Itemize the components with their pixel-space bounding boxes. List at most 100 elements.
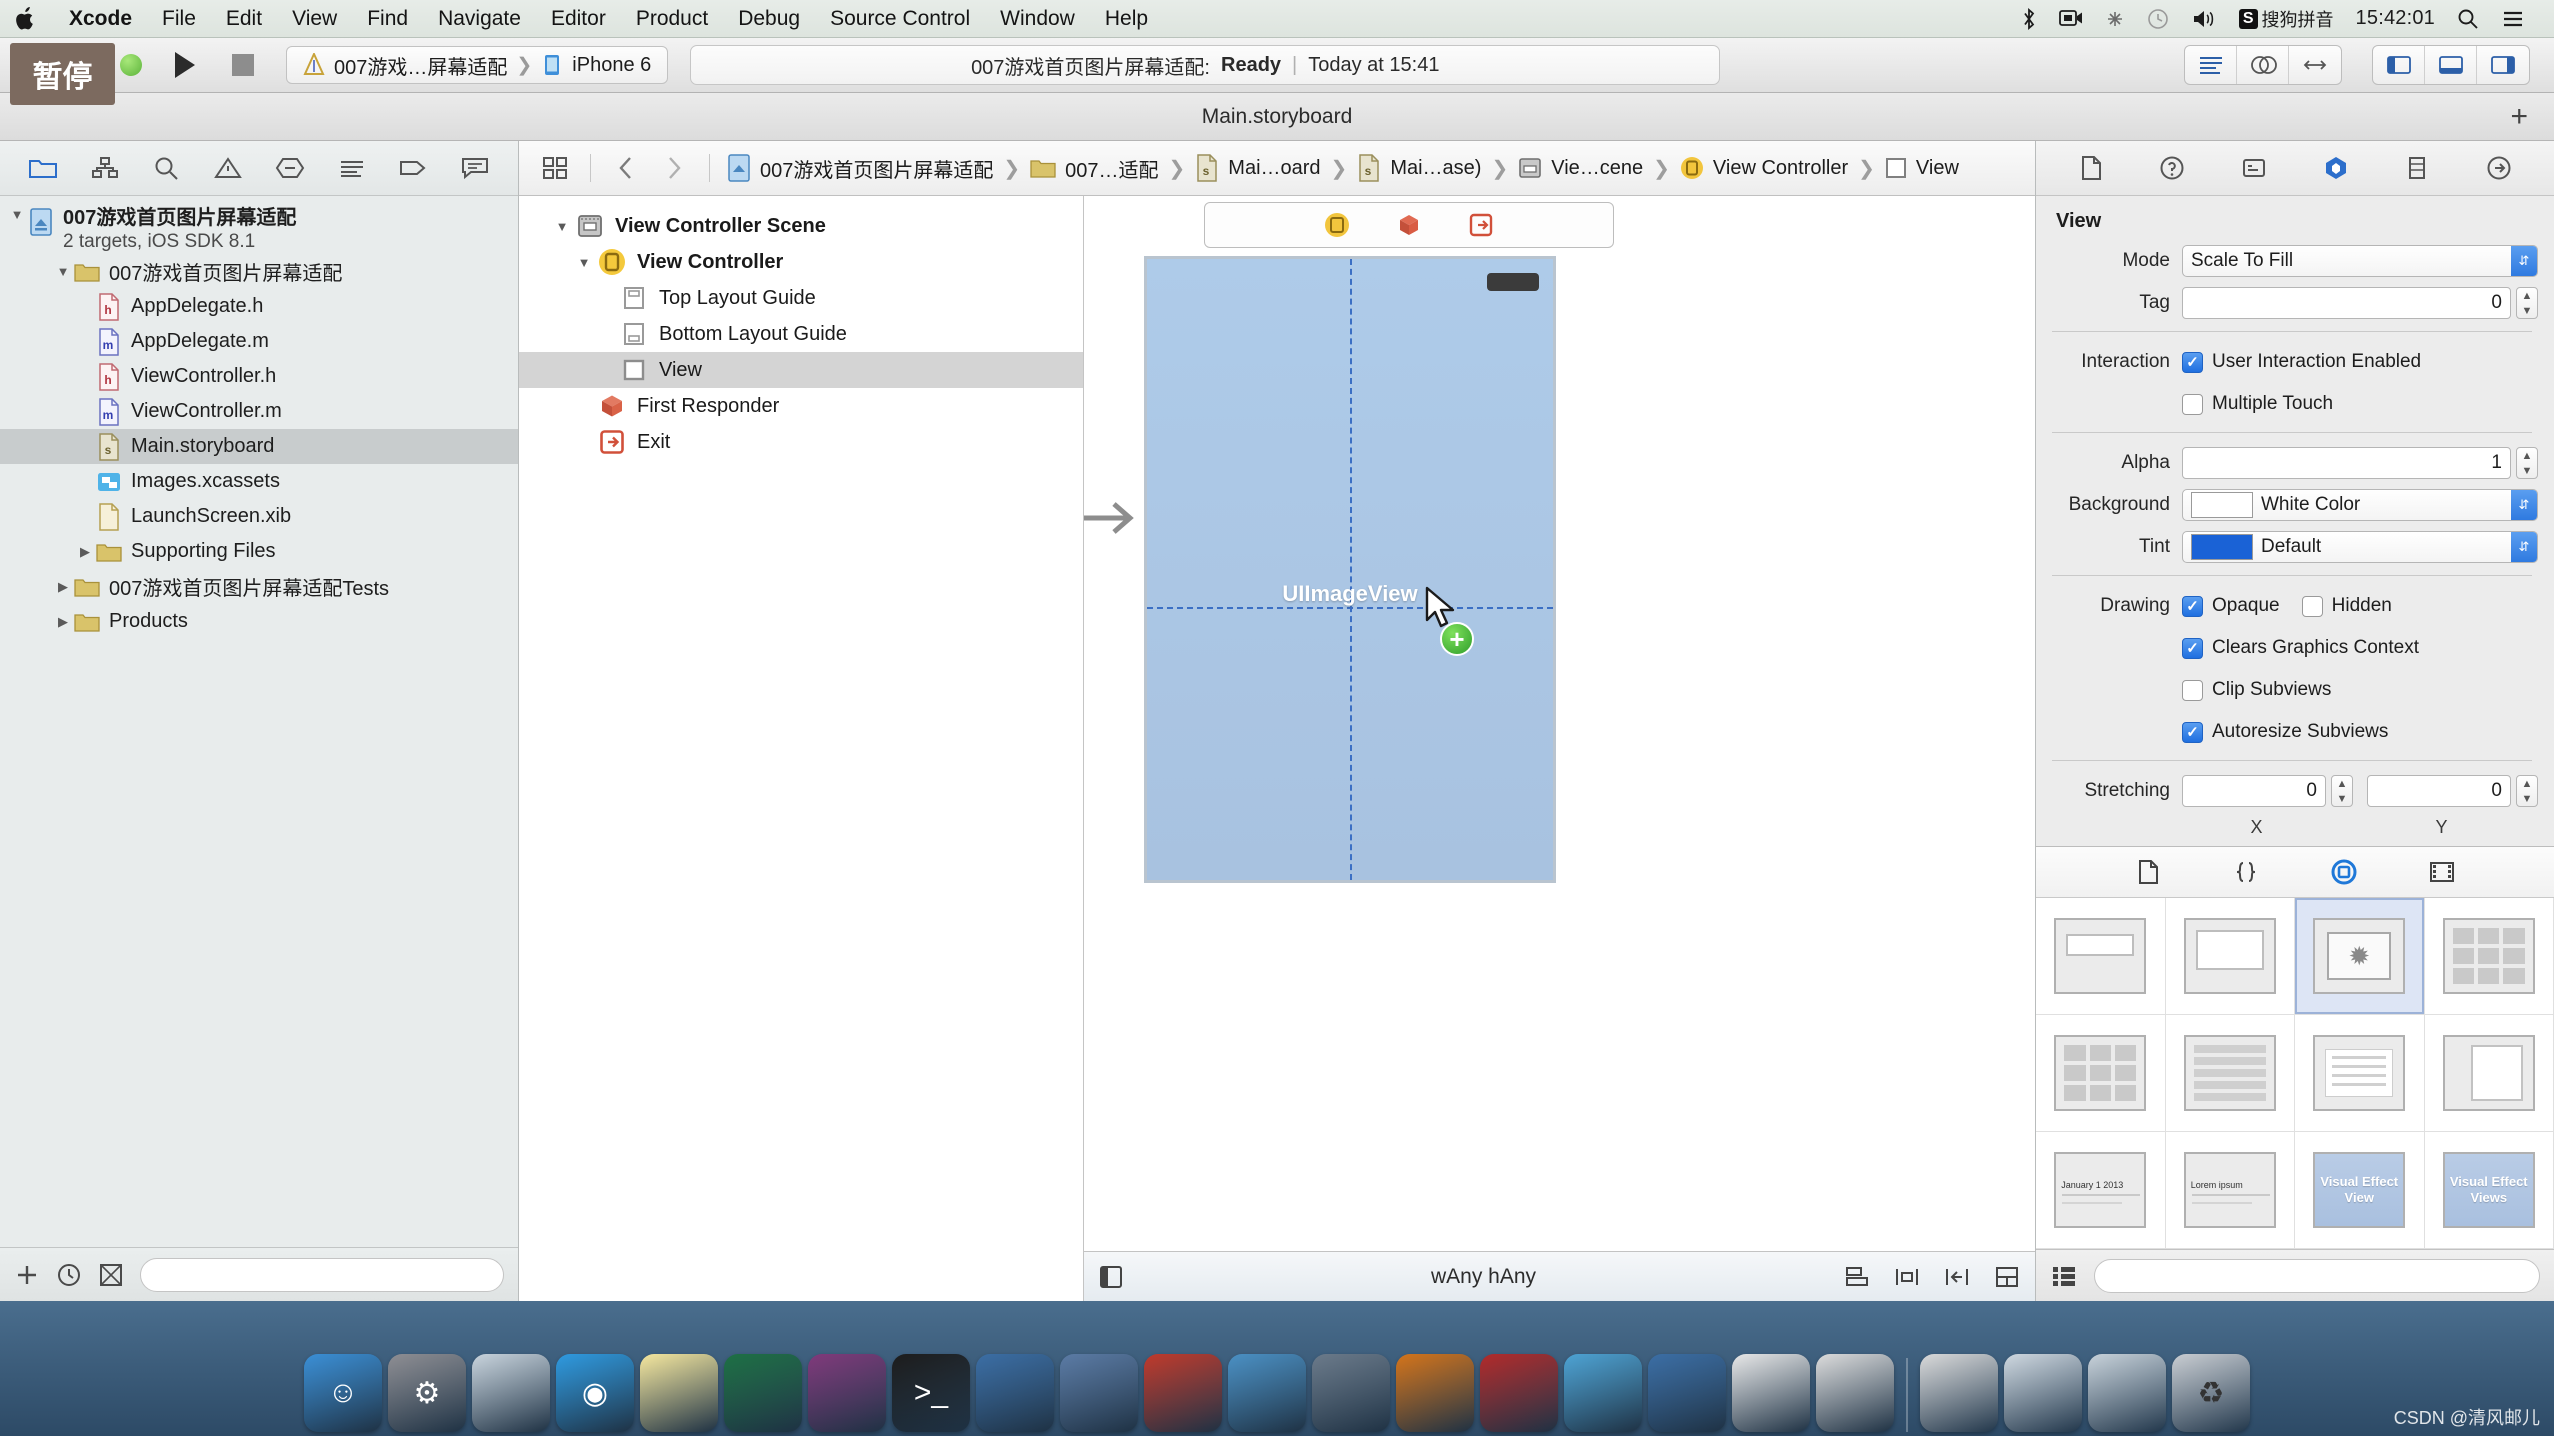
menu-item-editor[interactable]: Editor [536, 0, 621, 38]
menu-item-product[interactable]: Product [621, 0, 723, 38]
launchpad-icon[interactable] [472, 1354, 550, 1432]
align-icon[interactable] [1843, 1265, 1871, 1289]
breadcrumb-item-3[interactable]: s Mai…ase) [1353, 154, 1485, 182]
navigator-item-7[interactable]: LaunchScreen.xib [0, 499, 518, 534]
outline-item-3[interactable]: Bottom Layout Guide [519, 316, 1083, 352]
stretching-y-stepper[interactable]: ▲ ▼ [2516, 775, 2538, 807]
exit-icon[interactable] [1468, 212, 1494, 238]
object-library-grid[interactable]: ✹ January 1 2013 Lorem ipsum Visual Effect … [2036, 898, 2554, 1249]
menu-item-file[interactable]: File [147, 0, 211, 38]
multiple-touch-checkbox[interactable] [2182, 393, 2203, 415]
navigator-root-row[interactable]: 007游戏首页图片屏幕适配 2 targets, iOS SDK 8.1 [0, 204, 518, 254]
hide-debug-icon[interactable] [2425, 46, 2477, 84]
menu-item-find[interactable]: Find [352, 0, 423, 38]
identity-inspector-icon[interactable] [2232, 148, 2276, 188]
list-view-icon[interactable] [2050, 1263, 2078, 1289]
menu-item-debug[interactable]: Debug [723, 0, 815, 38]
disclosure-triangle[interactable] [571, 255, 597, 270]
onenote-icon[interactable] [808, 1354, 886, 1432]
pin-icon[interactable] [1893, 1265, 1921, 1289]
library-item-10[interactable]: Visual Effect View [2295, 1132, 2425, 1249]
pause-overlay-label[interactable]: 暂停 [10, 43, 115, 105]
library-item-1[interactable] [2165, 898, 2295, 1015]
alpha-stepper[interactable]: ▲ ▼ [2516, 447, 2538, 479]
library-item-8[interactable]: January 1 2013 [2036, 1132, 2166, 1249]
library-item-9[interactable]: Lorem ipsum [2165, 1132, 2295, 1249]
background-color-swatch[interactable] [2191, 492, 2253, 518]
storyboard-canvas[interactable]: UIImageView + wAny hAny [1084, 196, 2035, 1301]
connections-inspector-icon[interactable] [2477, 148, 2521, 188]
assistant-editor-icon[interactable] [2237, 46, 2289, 84]
mode-popup[interactable]: Scale To Fill ⇵ [2182, 245, 2538, 277]
graphics-app-icon[interactable] [1564, 1354, 1642, 1432]
imovie-icon[interactable] [1312, 1354, 1390, 1432]
documents-stack-icon[interactable] [2004, 1354, 2082, 1432]
source-control-navigator-tab[interactable] [82, 148, 128, 188]
screen-share-icon[interactable] [2048, 0, 2094, 38]
filezilla-icon[interactable] [1480, 1354, 1558, 1432]
outline-item-5[interactable]: First Responder [519, 388, 1083, 424]
library-item-7[interactable] [2424, 1015, 2554, 1132]
navigator-item-2[interactable]: m AppDelegate.m [0, 324, 518, 359]
menu-item-window[interactable]: Window [985, 0, 1090, 38]
library-item-5[interactable] [2165, 1015, 2295, 1132]
library-item-11[interactable]: Visual Effect Views [2424, 1132, 2554, 1249]
hidden-checkbox[interactable] [2301, 595, 2323, 617]
view-bounds[interactable]: UIImageView [1144, 256, 1556, 883]
file-inspector-icon[interactable] [2069, 148, 2113, 188]
outline-item-2[interactable]: Top Layout Guide [519, 280, 1083, 316]
view-controller-scene[interactable]: UIImageView + [1084, 202, 1614, 883]
library-item-2[interactable]: ✹ [2295, 898, 2425, 1015]
standard-editor-icon[interactable] [2185, 46, 2237, 84]
menu-item-navigate[interactable]: Navigate [423, 0, 536, 38]
first-responder-icon[interactable] [1396, 212, 1422, 238]
add-editor-button[interactable]: + [2510, 101, 2528, 132]
tag-stepper[interactable]: ▲ ▼ [2516, 287, 2538, 319]
library-filter-field[interactable] [2094, 1258, 2540, 1293]
terminal-icon[interactable]: >_ [892, 1354, 970, 1432]
finder-icon[interactable]: ☺ [304, 1354, 382, 1432]
hide-navigator-icon[interactable] [2373, 46, 2425, 84]
breadcrumb-item-2[interactable]: s Mai…oard [1191, 154, 1324, 182]
bluetooth-icon[interactable] [2010, 0, 2048, 38]
navigator-item-5[interactable]: s Main.storyboard [0, 429, 518, 464]
breadcrumb-item-0[interactable]: 007游戏首页图片屏幕适配 [723, 154, 997, 183]
report-navigator-tab[interactable] [329, 148, 375, 188]
outline-item-0[interactable]: View Controller Scene [519, 208, 1083, 244]
background-color-popup[interactable]: White Color ⇵ [2182, 489, 2538, 521]
file-template-library-icon[interactable] [2127, 854, 2169, 890]
resolve-issues-icon[interactable] [1943, 1265, 1971, 1289]
navigator-filter-field[interactable] [140, 1257, 504, 1292]
excel-icon[interactable] [724, 1354, 802, 1432]
hide-utilities-icon[interactable] [2477, 46, 2529, 84]
safari-icon[interactable]: ◉ [556, 1354, 634, 1432]
menu-item-edit[interactable]: Edit [211, 0, 277, 38]
navigator-item-10[interactable]: Products [0, 604, 518, 639]
library-item-6[interactable] [2295, 1015, 2425, 1132]
apple-logo-icon[interactable] [14, 6, 36, 32]
disclosure-triangle[interactable] [52, 579, 74, 595]
back-chevron-icon[interactable] [604, 148, 648, 188]
disclosure-triangle[interactable] [6, 207, 28, 222]
toggle-document-outline-icon[interactable] [1098, 1265, 1124, 1289]
navigator-item-0[interactable]: 007游戏首页图片屏幕适配 [0, 254, 518, 289]
version-editor-icon[interactable] [2289, 46, 2341, 84]
project-navigator-tab[interactable] [20, 148, 66, 188]
issue-navigator-tab[interactable] [205, 148, 251, 188]
breakpoint-navigator-tab[interactable] [267, 148, 313, 188]
resizing-behavior-icon[interactable] [1993, 1265, 2021, 1289]
recent-icon[interactable] [56, 1262, 82, 1288]
document-outline[interactable]: View Controller Scene View Controller Top … [519, 196, 1084, 1301]
user-interaction-checkbox[interactable] [2182, 351, 2203, 373]
run-button[interactable] [156, 45, 214, 85]
add-icon[interactable] [14, 1262, 40, 1288]
object-library-icon[interactable] [2323, 854, 2365, 890]
tint-color-swatch[interactable] [2191, 534, 2253, 560]
related-files-icon[interactable] [533, 148, 577, 188]
library-item-3[interactable] [2424, 898, 2554, 1015]
forward-chevron-icon[interactable] [652, 148, 696, 188]
stop-button[interactable] [214, 45, 272, 85]
navigator-item-9[interactable]: 007游戏首页图片屏幕适配Tests [0, 569, 518, 604]
notes-icon[interactable] [640, 1354, 718, 1432]
spotlight-search-icon[interactable] [2446, 0, 2490, 38]
